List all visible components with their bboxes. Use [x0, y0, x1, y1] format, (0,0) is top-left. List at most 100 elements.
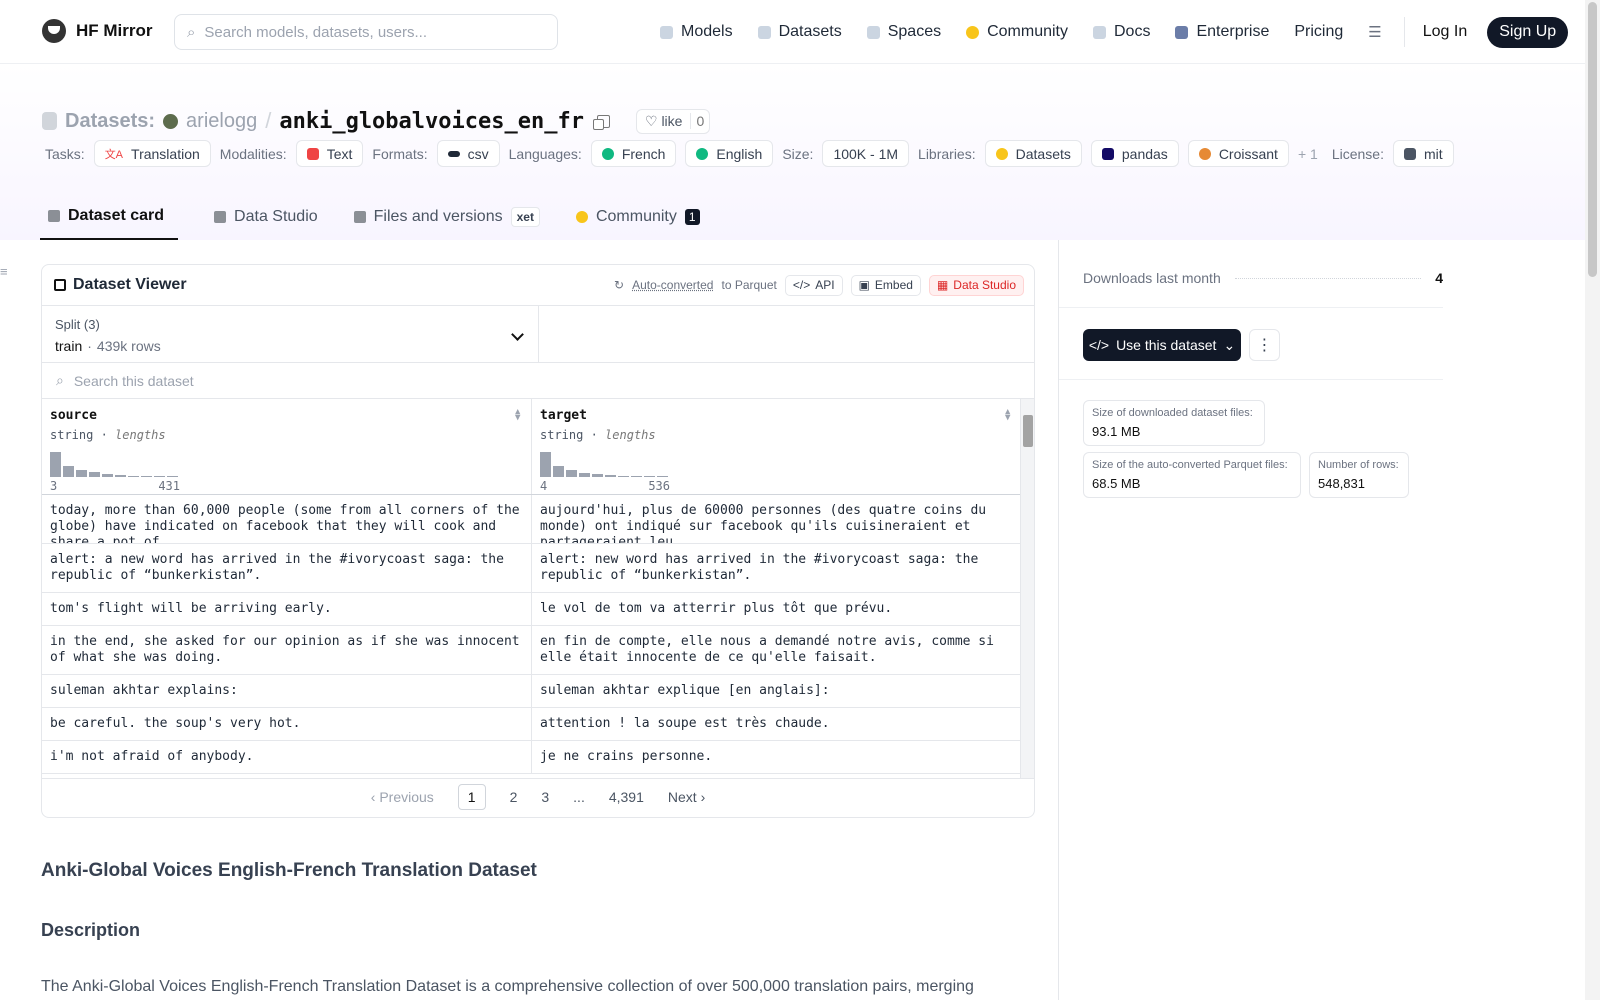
global-search[interactable]: ⌕ Search models, datasets, users...: [174, 14, 558, 50]
toc-toggle-icon[interactable]: ≡: [0, 264, 8, 279]
dataset-card-content: Anki-Global Voices English-French Transl…: [41, 860, 1031, 998]
embed-button[interactable]: ▣ Embed: [850, 274, 921, 296]
source-column-header[interactable]: source string · lengths 3 431 ▲ ▼: [42, 399, 532, 494]
auto-converted-link[interactable]: Auto-converted: [632, 278, 713, 292]
more-options-button[interactable]: ⋮: [1249, 329, 1280, 361]
description-heading: Description: [41, 920, 141, 940]
target-cell[interactable]: en fin de compte, elle nous a demandé no…: [532, 626, 1022, 674]
source-cell[interactable]: be careful. the soup's very hot.: [42, 708, 532, 740]
csv-icon: [447, 150, 460, 157]
tag-csv[interactable]: csv: [436, 140, 500, 167]
page-2-button[interactable]: 2: [510, 789, 518, 805]
use-dataset-button[interactable]: </> Use this dataset ⌄: [1083, 329, 1241, 361]
datasets-breadcrumb[interactable]: Datasets:: [65, 110, 155, 133]
models-icon: [660, 25, 673, 39]
target-cell[interactable]: le vol de tom va atterrir plus tôt que p…: [532, 593, 1022, 625]
table-row[interactable]: tom's flight will be arriving early. le v…: [42, 593, 1034, 626]
target-cell[interactable]: attention ! la soupe est très chaude.: [532, 708, 1022, 740]
signup-button[interactable]: Sign Up: [1487, 16, 1569, 48]
column-type: string · lengths: [540, 428, 656, 442]
source-cell[interactable]: in the end, she asked for our opinion as…: [42, 626, 532, 674]
dataset-search-input[interactable]: Search this dataset: [74, 373, 194, 389]
brand-logo[interactable]: HF Mirror: [42, 19, 153, 43]
range-max: 536: [648, 479, 670, 493]
split-selector[interactable]: Split (3) train · 439k rows: [42, 306, 539, 362]
tab-community[interactable]: Community 1: [568, 194, 700, 240]
page-scrollbar[interactable]: [1585, 0, 1600, 1000]
nav-pricing[interactable]: Pricing: [1294, 23, 1343, 41]
tab-dataset-card[interactable]: Dataset card: [40, 194, 179, 240]
scrollbar-thumb[interactable]: [1023, 415, 1033, 447]
nav-community[interactable]: Community: [966, 23, 1068, 41]
tag-pandas[interactable]: pandas: [1090, 140, 1179, 167]
table-row[interactable]: today, more than 60,000 people (some fro…: [42, 495, 1034, 544]
owner-link[interactable]: arielogg: [186, 110, 257, 133]
api-button[interactable]: </> API: [784, 274, 843, 296]
globe-icon: [601, 147, 614, 160]
login-link[interactable]: Log In: [1423, 23, 1467, 41]
target-column-header[interactable]: target string · lengths 4 536 ▲ ▼: [532, 399, 1022, 494]
target-cell[interactable]: alert: new word has arrived in the #ivor…: [532, 544, 1022, 592]
tag-text: Croissant: [1218, 145, 1278, 162]
page-scrollbar-thumb[interactable]: [1588, 2, 1597, 277]
tag-license[interactable]: mit: [1392, 140, 1454, 167]
last-page-button[interactable]: 4,391: [609, 789, 644, 805]
tab-files[interactable]: Files and versions xet: [346, 194, 540, 240]
nav-docs[interactable]: Docs: [1093, 23, 1150, 41]
target-cell[interactable]: aujourd'hui, plus de 60000 personnes (de…: [532, 495, 1022, 543]
source-cell[interactable]: i'm not afraid of anybody.: [42, 741, 532, 773]
tag-size[interactable]: 100K - 1M: [822, 140, 910, 167]
tab-data-studio[interactable]: Data Studio: [206, 194, 318, 240]
next-page-button[interactable]: Next ›: [668, 789, 705, 805]
source-cell[interactable]: tom's flight will be arriving early.: [42, 593, 532, 625]
license-icon: [1403, 147, 1416, 160]
more-menu-icon[interactable]: ☰: [1368, 23, 1381, 41]
sort-icon[interactable]: ▲ ▼: [1005, 408, 1013, 423]
translation-icon: 文A: [104, 148, 124, 161]
path-separator: /: [265, 108, 272, 133]
source-cell[interactable]: today, more than 60,000 people (some fro…: [42, 495, 532, 543]
more-libraries[interactable]: + 1: [1298, 146, 1318, 162]
page-3-button[interactable]: 3: [541, 789, 549, 805]
tag-croissant[interactable]: Croissant: [1187, 140, 1289, 167]
tag-text[interactable]: Text: [295, 140, 364, 167]
dataset-search[interactable]: ⌕ Search this dataset: [42, 363, 1034, 399]
text-modality-icon: [306, 147, 319, 160]
size-label: Size:: [782, 145, 814, 162]
table-row[interactable]: suleman akhtar explains: suleman akhtar e…: [42, 675, 1034, 708]
tab-label: Community: [595, 208, 677, 225]
tag-translation[interactable]: 文A Translation: [93, 140, 211, 167]
histogram-range: 4 536: [540, 479, 670, 493]
table-row[interactable]: i'm not afraid of anybody. je ne crains p…: [42, 741, 1034, 774]
like-button[interactable]: ♡ like 0: [635, 108, 711, 134]
nav-spaces[interactable]: Spaces: [866, 23, 941, 41]
tag-text: pandas: [1121, 145, 1168, 162]
table-row[interactable]: in the end, she asked for our opinion as…: [42, 626, 1034, 675]
hf-logo-icon: [42, 19, 66, 43]
dataset-name[interactable]: anki_globalvoices_en_fr: [279, 109, 584, 134]
previous-page-button[interactable]: ‹ Previous: [371, 789, 434, 805]
tag-english[interactable]: English: [685, 140, 774, 167]
xet-badge: xet: [510, 207, 540, 227]
data-studio-button[interactable]: ▦ Data Studio: [928, 274, 1024, 296]
tag-datasets-library[interactable]: Datasets: [984, 140, 1082, 167]
target-cell[interactable]: suleman akhtar explique [en anglais]:: [532, 675, 1022, 707]
downloads-label: Downloads last month: [1083, 270, 1221, 286]
refresh-icon: ↻: [614, 278, 625, 292]
source-cell[interactable]: suleman akhtar explains:: [42, 675, 532, 707]
column-type: string · lengths: [50, 428, 166, 442]
sort-icon[interactable]: ▲ ▼: [515, 408, 523, 423]
page-1-button[interactable]: 1: [457, 783, 486, 810]
source-cell[interactable]: alert: a new word has arrived in the #iv…: [42, 544, 532, 592]
table-scrollbar[interactable]: [1020, 399, 1034, 778]
table-row[interactable]: be careful. the soup's very hot. attentio…: [42, 708, 1034, 741]
target-cell[interactable]: je ne crains personne.: [532, 741, 1022, 773]
tag-french[interactable]: French: [590, 140, 677, 167]
table-row[interactable]: alert: a new word has arrived in the #iv…: [42, 544, 1034, 593]
nav-datasets[interactable]: Datasets: [757, 23, 842, 41]
search-input[interactable]: Search models, datasets, users...: [204, 24, 427, 41]
pagination: ‹ Previous 1 2 3 ... 4,391 Next ›: [42, 778, 1034, 814]
copy-icon[interactable]: [592, 114, 610, 130]
nav-enterprise[interactable]: Enterprise: [1175, 23, 1269, 41]
nav-models[interactable]: Models: [660, 23, 733, 41]
